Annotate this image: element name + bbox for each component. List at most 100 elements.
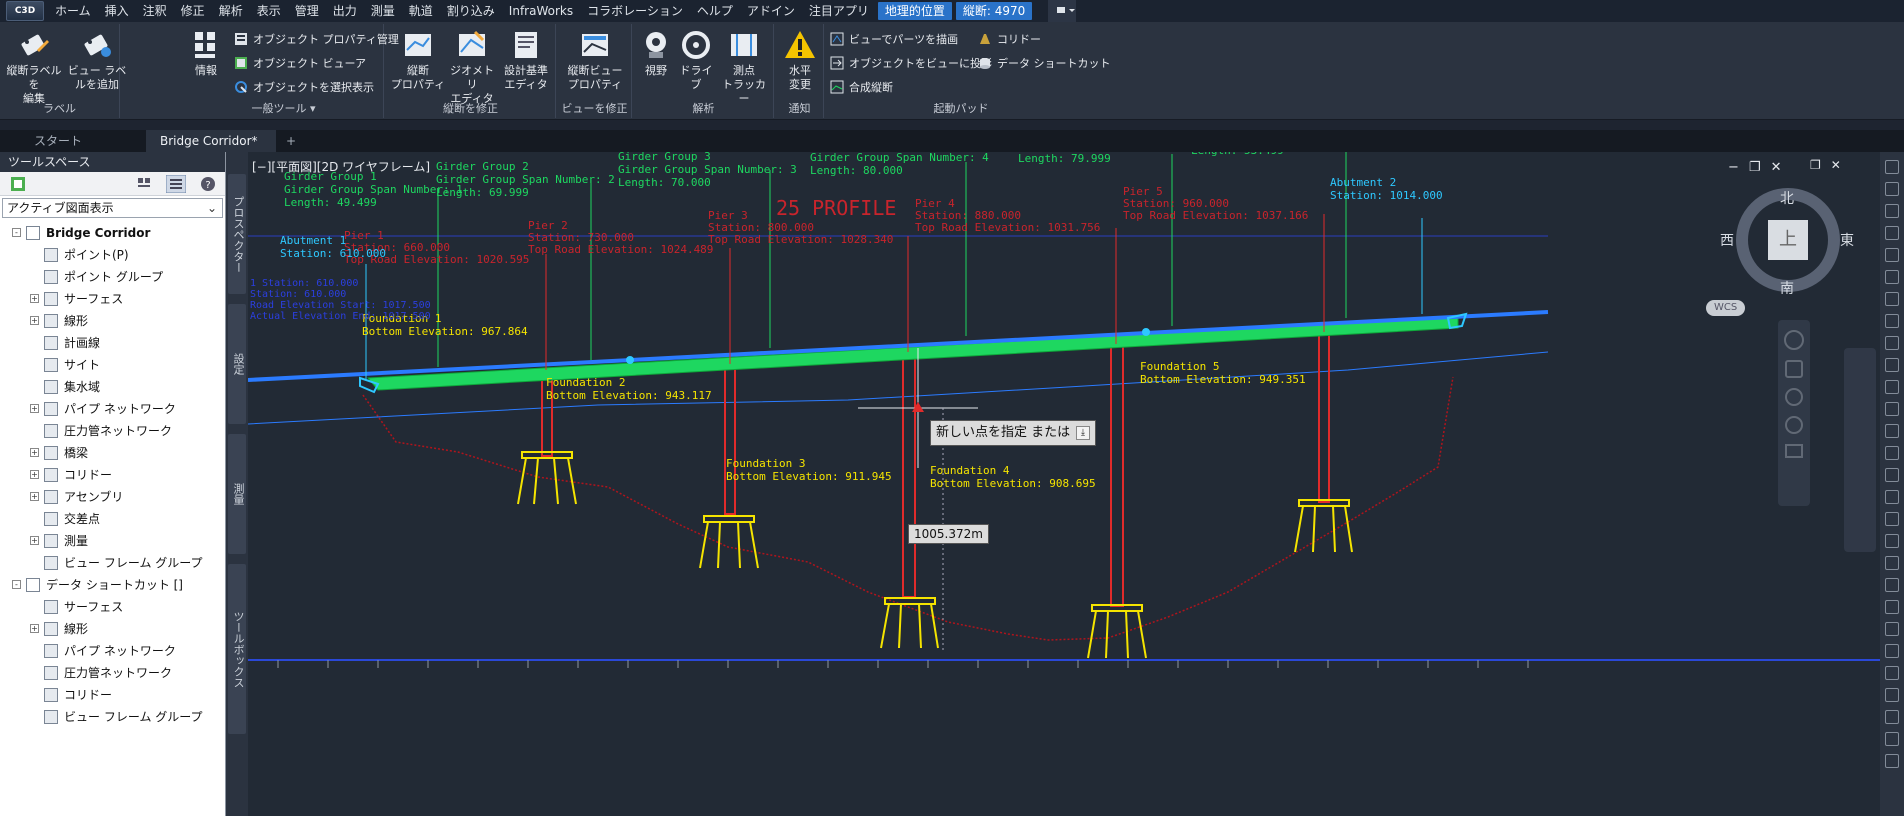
expand-icon[interactable]: + <box>30 624 39 633</box>
info-button[interactable]: 情報 <box>188 28 224 78</box>
command-prompt-tooltip[interactable]: 新しい点を指定 または ⤓ <box>930 420 1096 446</box>
compass-east[interactable]: 東 <box>1840 230 1854 250</box>
project-objects-button[interactable]: オブジェクトをビューに投影 <box>830 54 992 72</box>
grip-point[interactable] <box>1142 328 1150 336</box>
help-icon[interactable]: ? <box>200 176 216 192</box>
compass-south[interactable]: 南 <box>1780 278 1794 298</box>
new-tab-button[interactable]: + <box>276 130 306 152</box>
close-icon[interactable]: ✕ <box>1771 160 1782 175</box>
tool-strip-icon[interactable] <box>1885 160 1899 174</box>
menu-manage[interactable]: 管理 <box>288 0 326 22</box>
item-view-icon[interactable] <box>136 176 152 192</box>
menu-rail[interactable]: 軌道 <box>402 0 440 22</box>
menu-interrupt[interactable]: 割り込み <box>440 0 502 22</box>
tree-item[interactable]: + 測量 <box>0 530 225 552</box>
showmotion-icon[interactable] <box>1785 444 1803 458</box>
orbit-icon[interactable] <box>1785 416 1803 434</box>
menu-insert[interactable]: 挿入 <box>98 0 136 22</box>
menu-geolocation[interactable]: 地理的位置 <box>877 2 952 20</box>
tool-strip-icon[interactable] <box>1885 512 1899 526</box>
tool-strip-icon[interactable] <box>1885 314 1899 328</box>
application-menu-button[interactable]: C3D <box>6 1 44 21</box>
tool-strip-icon[interactable] <box>1885 556 1899 570</box>
tree-item[interactable]: ビュー フレーム グループ <box>0 552 225 574</box>
tree-item[interactable]: + パイプ ネットワーク <box>0 398 225 420</box>
tool-strip-icon[interactable] <box>1885 204 1899 218</box>
tree-item[interactable]: コリドー <box>0 684 225 706</box>
expand-icon[interactable]: + <box>30 404 39 413</box>
tool-strip-icon[interactable] <box>1885 380 1899 394</box>
menu-analyze[interactable]: 解析 <box>212 0 250 22</box>
expand-icon[interactable]: + <box>30 492 39 501</box>
minimize-icon[interactable]: − <box>1728 160 1739 175</box>
collapse-icon[interactable]: - <box>12 228 21 237</box>
tool-strip-icon[interactable] <box>1885 622 1899 636</box>
tab-bridge-corridor[interactable]: Bridge Corridor* <box>146 130 276 152</box>
menu-view[interactable]: 表示 <box>250 0 288 22</box>
close-icon[interactable]: ✕ <box>1831 158 1841 172</box>
toolspace-view-dropdown[interactable]: アクティブ図面表示 ⌄ <box>2 198 223 218</box>
tree-item[interactable]: 交差点 <box>0 508 225 530</box>
expand-icon[interactable]: + <box>30 448 39 457</box>
menu-home[interactable]: ホーム <box>48 0 98 22</box>
tool-strip-icon[interactable] <box>1885 358 1899 372</box>
menu-output[interactable]: 出力 <box>326 0 364 22</box>
tree-item[interactable]: パイプ ネットワーク <box>0 640 225 662</box>
tree-item[interactable]: + サーフェス <box>0 288 225 310</box>
tree-item[interactable]: + 線形 <box>0 618 225 640</box>
tree-item[interactable]: + アセンブリ <box>0 486 225 508</box>
tool-strip-icon[interactable] <box>1885 226 1899 240</box>
tree-item[interactable]: ポイント グループ <box>0 266 225 288</box>
tool-strip-icon[interactable] <box>1885 270 1899 284</box>
tab-survey[interactable]: 測量 <box>228 434 246 554</box>
tool-strip-icon[interactable] <box>1885 578 1899 592</box>
tool-strip-icon[interactable] <box>1885 534 1899 548</box>
tool-strip-icon[interactable] <box>1885 600 1899 614</box>
tree-item[interactable]: + 橋梁 <box>0 442 225 464</box>
pan-icon[interactable] <box>1785 360 1803 378</box>
expand-icon[interactable]: + <box>30 316 39 325</box>
tool-strip-icon[interactable] <box>1885 182 1899 196</box>
tool-strip-icon[interactable] <box>1885 754 1899 768</box>
menu-overflow-button[interactable] <box>1048 0 1077 22</box>
menu-annotate[interactable]: 注釈 <box>136 0 174 22</box>
add-view-labels-button[interactable]: ビュー ラベルを追加 <box>66 28 128 92</box>
grip-point[interactable] <box>626 356 634 364</box>
tab-toolbox[interactable]: ツールボックス <box>228 564 246 734</box>
tool-strip-icon[interactable] <box>1885 710 1899 724</box>
tool-strip-icon[interactable] <box>1885 688 1899 702</box>
tool-strip-icon[interactable] <box>1885 446 1899 460</box>
tool-strip-icon[interactable] <box>1885 292 1899 306</box>
corridor-button[interactable]: コリドー <box>978 30 1041 48</box>
tool-strip-icon[interactable] <box>1885 336 1899 350</box>
wcs-label[interactable]: WCS <box>1706 300 1746 316</box>
list-view-icon[interactable] <box>166 175 186 193</box>
zoom-icon[interactable] <box>1785 388 1803 406</box>
horizontal-change-button[interactable]: 水平 変更 <box>780 28 820 92</box>
expand-icon[interactable]: + <box>30 294 39 303</box>
steering-wheel-icon[interactable] <box>1784 330 1804 350</box>
tree-item[interactable]: 圧力管ネットワーク <box>0 420 225 442</box>
compass-north[interactable]: 北 <box>1780 188 1794 208</box>
compass-west[interactable]: 西 <box>1720 230 1734 250</box>
tree-item[interactable]: サーフェス <box>0 596 225 618</box>
general-tools-title[interactable]: 一般ツール ▾ <box>184 100 383 116</box>
menu-survey[interactable]: 測量 <box>364 0 402 22</box>
profile-properties-button[interactable]: 縦断 プロパティ <box>390 28 446 92</box>
menu-help[interactable]: ヘルプ <box>690 0 740 22</box>
tab-settings[interactable]: 設定 <box>228 304 246 424</box>
tool-strip-icon[interactable] <box>1885 468 1899 482</box>
tab-prospector[interactable]: プロスペクター <box>228 174 246 294</box>
tool-strip-icon[interactable] <box>1885 490 1899 504</box>
tree-item[interactable]: サイト <box>0 354 225 376</box>
tree-item[interactable]: 計画線 <box>0 332 225 354</box>
sight-distance-button[interactable]: 視野 <box>636 28 676 78</box>
station-tracker-button[interactable]: 測点 トラッカー <box>718 28 770 106</box>
expand-icon[interactable]: + <box>30 470 39 479</box>
collapse-icon[interactable]: - <box>12 580 21 589</box>
profile-view-properties-button[interactable]: 縦断ビュー プロパティ <box>562 28 628 92</box>
tool-strip-icon[interactable] <box>1885 424 1899 438</box>
tree-item[interactable]: - データ ショートカット [] <box>0 574 225 596</box>
design-criteria-editor-button[interactable]: 設計基準 エディタ <box>498 28 554 92</box>
tab-start[interactable]: スタート <box>20 130 140 152</box>
